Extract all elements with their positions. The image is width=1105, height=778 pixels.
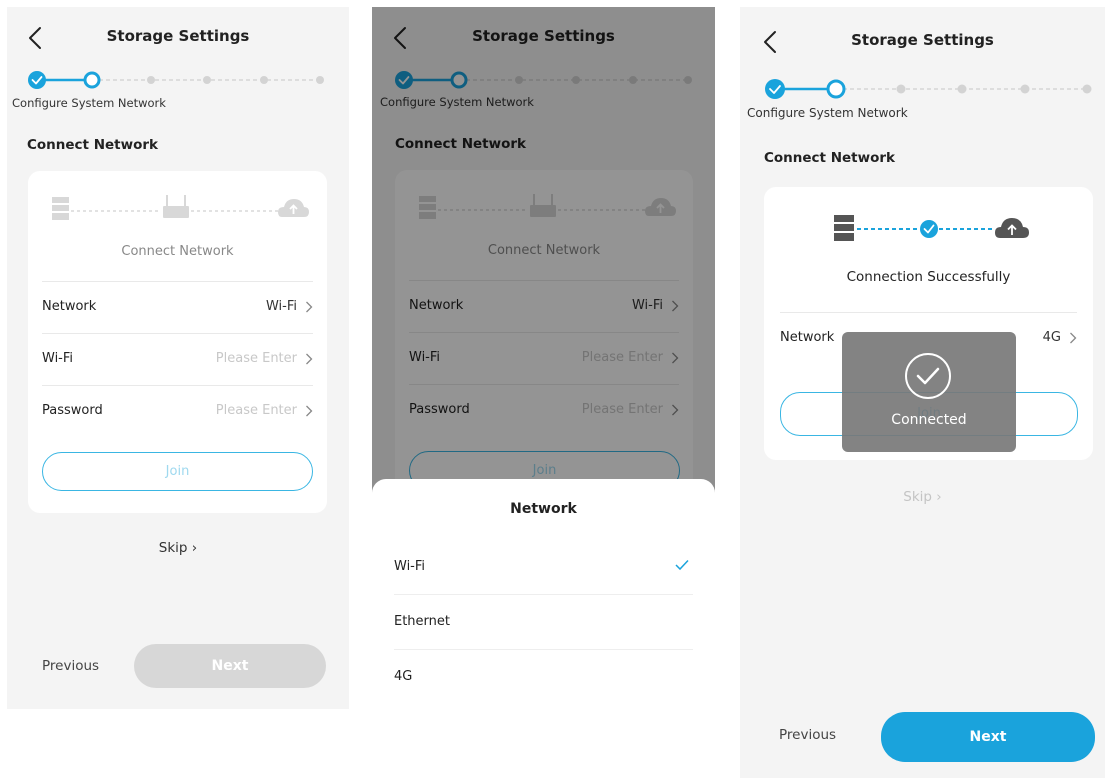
screen-connect-network: Storage Settings Configure System Networ… xyxy=(7,7,349,709)
step-done-icon xyxy=(28,71,46,89)
header: Storage Settings xyxy=(7,7,349,67)
option-label: Wi-Fi xyxy=(394,559,426,574)
connection-diagram xyxy=(52,195,309,220)
option-4g[interactable]: 4G xyxy=(394,649,693,704)
row-label: Network xyxy=(780,330,835,345)
cloud-upload-icon xyxy=(278,199,309,217)
network-row[interactable]: Network Wi-Fi xyxy=(42,281,313,333)
row-value: 4G xyxy=(1042,330,1061,345)
step-done-icon xyxy=(765,79,785,99)
previous-button[interactable]: Previous xyxy=(42,658,99,674)
success-check-icon xyxy=(905,353,951,399)
option-wifi[interactable]: Wi-Fi xyxy=(394,539,693,595)
step-current-icon xyxy=(83,71,101,89)
join-button[interactable]: Join xyxy=(42,452,313,491)
section-title: Connect Network xyxy=(27,137,159,153)
router-icon xyxy=(163,195,189,218)
network-picker-sheet: Network Wi-Fi Ethernet 4G xyxy=(372,479,715,778)
page-title: Storage Settings xyxy=(851,31,994,49)
page-title: Storage Settings xyxy=(106,27,250,45)
password-row[interactable]: Password Please Enter xyxy=(42,385,313,437)
skip-link[interactable]: Skip › xyxy=(7,540,349,556)
wifi-row[interactable]: Wi-Fi Please Enter xyxy=(42,333,313,385)
card-caption: Connect Network xyxy=(121,244,234,259)
connected-toast: Connected xyxy=(842,332,1016,452)
skip-label: Skip xyxy=(903,489,932,505)
row-label: Wi-Fi xyxy=(42,351,74,366)
progress-stepper xyxy=(765,79,1092,99)
step-current-icon xyxy=(826,79,846,99)
chevron-right-icon: › xyxy=(936,489,942,505)
row-value: Wi-Fi xyxy=(265,299,297,314)
row-label: Network xyxy=(42,299,97,314)
battery-icon xyxy=(834,215,854,241)
screen-network-picker: Storage Settings Configure System Networ… xyxy=(372,7,715,778)
option-label: 4G xyxy=(394,669,413,684)
chevron-right-icon xyxy=(306,301,313,313)
chevron-right-icon xyxy=(306,405,313,417)
next-button[interactable]: Next xyxy=(881,712,1095,762)
skip-label: Skip xyxy=(158,540,188,556)
chevron-right-icon: › xyxy=(191,540,198,556)
progress-stepper xyxy=(28,71,324,89)
row-label: Password xyxy=(42,403,103,418)
option-label: Ethernet xyxy=(394,614,450,629)
card-caption: Connection Successfully xyxy=(846,269,1011,285)
screen-connection-success: Storage Settings Configure System Networ… xyxy=(740,7,1105,778)
section-title: Connect Network xyxy=(764,150,896,166)
connect-card: Connect Network Network Wi-Fi Wi-Fi Plea… xyxy=(28,171,327,513)
row-value: Please Enter xyxy=(215,403,297,418)
row-value: Please Enter xyxy=(215,351,297,366)
header: Storage Settings xyxy=(740,7,1105,67)
connected-check-icon xyxy=(920,220,938,238)
step-label: Configure System Network xyxy=(747,106,908,120)
skip-link[interactable]: Skip › xyxy=(740,489,1105,505)
toast-message: Connected xyxy=(891,412,967,428)
checkmark-icon xyxy=(675,559,689,571)
option-ethernet[interactable]: Ethernet xyxy=(394,594,693,650)
sheet-title: Network xyxy=(510,501,577,517)
cloud-upload-icon xyxy=(995,218,1029,238)
step-label: Configure System Network xyxy=(12,96,166,110)
connection-diagram xyxy=(834,215,1029,241)
chevron-right-icon xyxy=(306,353,313,365)
next-button[interactable]: Next xyxy=(134,644,326,688)
previous-button[interactable]: Previous xyxy=(779,727,836,743)
battery-icon xyxy=(52,197,69,220)
chevron-right-icon xyxy=(1070,332,1077,344)
